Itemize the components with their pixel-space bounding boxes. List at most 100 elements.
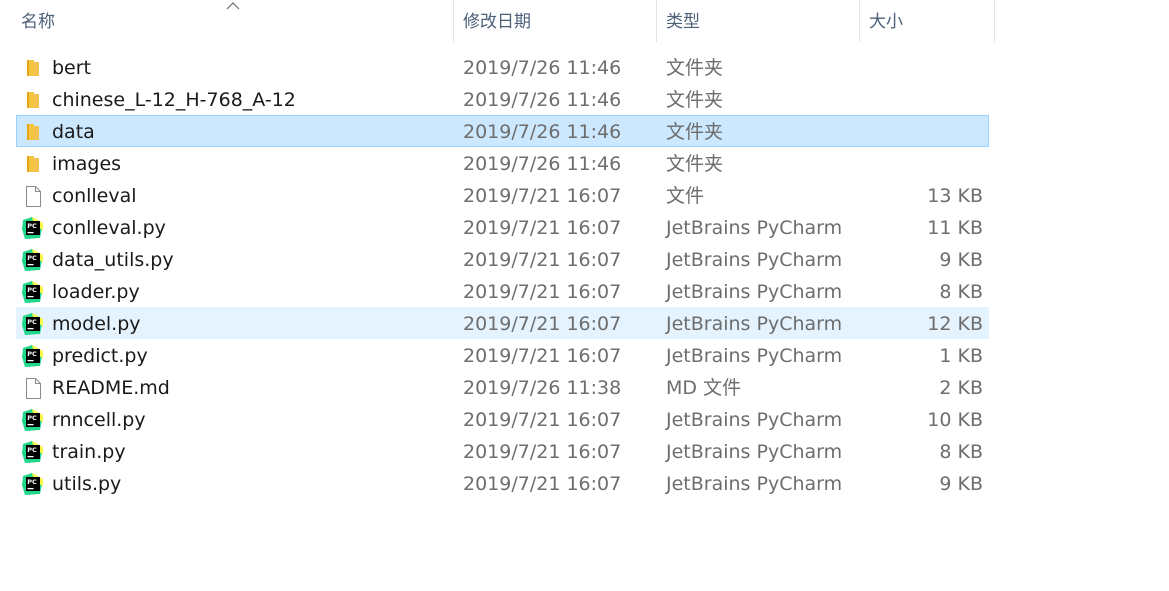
file-name: conlleval: [52, 185, 137, 207]
file-row[interactable]: PC model.py 2019/7/21 16:07 JetBrains PyCha…: [16, 307, 989, 339]
file-row[interactable]: PC conlleval.py 2019/7/21 16:07 JetBrains P…: [16, 211, 989, 243]
column-header-name[interactable]: 名称: [13, 0, 454, 42]
column-header-date[interactable]: 修改日期: [455, 0, 657, 42]
file-date-modified: 2019/7/21 16:07: [463, 249, 622, 271]
folder-icon: [22, 153, 44, 175]
file-row[interactable]: images 2019/7/26 11:46 文件夹: [16, 147, 989, 179]
file-type: JetBrains PyCharm: [666, 217, 843, 239]
pycharm-icon: PC: [22, 441, 44, 463]
file-name: rnncell.py: [52, 409, 146, 431]
svg-text:PC: PC: [27, 414, 37, 422]
pycharm-icon: PC: [22, 473, 44, 495]
file-name: utils.py: [52, 473, 122, 495]
file-name: predict.py: [52, 345, 148, 367]
pycharm-icon: PC: [22, 313, 44, 335]
column-header-name-label: 名称: [21, 12, 55, 32]
file-row[interactable]: README.md 2019/7/26 11:38 MD 文件 2 KB: [16, 371, 989, 403]
file-row[interactable]: chinese_L-12_H-768_A-12 2019/7/26 11:46 文件…: [16, 83, 989, 115]
file-name: model.py: [52, 313, 141, 335]
file-type: 文件夹: [666, 121, 724, 143]
file-row[interactable]: data 2019/7/26 11:46 文件夹: [16, 115, 989, 147]
file-size: 9 KB: [939, 473, 983, 495]
pycharm-icon: PC: [22, 409, 44, 431]
file-date-modified: 2019/7/26 11:46: [463, 153, 622, 175]
file-type: JetBrains PyCharm: [666, 249, 843, 271]
svg-text:PC: PC: [27, 350, 37, 358]
file-row[interactable]: conlleval 2019/7/21 16:07 文件 13 KB: [16, 179, 989, 211]
svg-text:PC: PC: [27, 222, 37, 230]
file-name: README.md: [52, 377, 170, 399]
column-header-type[interactable]: 类型: [658, 0, 860, 42]
file-name: data_utils.py: [52, 249, 174, 271]
pycharm-icon: PC: [22, 281, 44, 303]
column-header-type-label: 类型: [666, 12, 700, 32]
file-date-modified: 2019/7/21 16:07: [463, 313, 622, 335]
folder-icon: [22, 121, 44, 143]
file-size: 11 KB: [927, 217, 983, 239]
file-date-modified: 2019/7/26 11:46: [463, 57, 622, 79]
file-name: conlleval.py: [52, 217, 166, 239]
file-row[interactable]: PC loader.py 2019/7/21 16:07 JetBrains PyCh…: [16, 275, 989, 307]
file-icon: [22, 185, 44, 207]
file-row[interactable]: PC predict.py 2019/7/21 16:07 JetBrains PyC…: [16, 339, 989, 371]
column-header-bar: 名称 修改日期 类型 大小: [0, 0, 995, 42]
file-type: JetBrains PyCharm: [666, 441, 843, 463]
file-type: JetBrains PyCharm: [666, 281, 843, 303]
folder-icon: [22, 89, 44, 111]
column-header-size-label: 大小: [869, 12, 903, 32]
column-header-date-label: 修改日期: [463, 12, 531, 32]
svg-text:PC: PC: [27, 318, 37, 326]
svg-text:PC: PC: [27, 446, 37, 454]
column-header-size[interactable]: 大小: [861, 0, 995, 42]
pycharm-icon: PC: [22, 345, 44, 367]
file-name: chinese_L-12_H-768_A-12: [52, 89, 296, 111]
pycharm-icon: PC: [22, 217, 44, 239]
file-type: 文件夹: [666, 89, 724, 111]
column-divider[interactable]: [656, 0, 657, 42]
column-divider[interactable]: [994, 0, 995, 42]
file-size: 8 KB: [939, 441, 983, 463]
file-name: loader.py: [52, 281, 140, 303]
file-date-modified: 2019/7/21 16:07: [463, 185, 622, 207]
file-date-modified: 2019/7/26 11:38: [463, 377, 622, 399]
file-date-modified: 2019/7/21 16:07: [463, 441, 622, 463]
file-size: 8 KB: [939, 281, 983, 303]
file-type: JetBrains PyCharm: [666, 345, 843, 367]
file-row[interactable]: PC train.py 2019/7/21 16:07 JetBrains PyCha…: [16, 435, 989, 467]
file-size: 9 KB: [939, 249, 983, 271]
file-date-modified: 2019/7/21 16:07: [463, 409, 622, 431]
file-name: data: [52, 121, 95, 143]
file-date-modified: 2019/7/21 16:07: [463, 281, 622, 303]
file-type: JetBrains PyCharm: [666, 473, 843, 495]
file-date-modified: 2019/7/26 11:46: [463, 121, 622, 143]
file-row[interactable]: PC rnncell.py 2019/7/21 16:07 JetBrains PyC…: [16, 403, 989, 435]
pycharm-icon: PC: [22, 249, 44, 271]
file-type: JetBrains PyCharm: [666, 409, 843, 431]
file-type: 文件夹: [666, 153, 724, 175]
file-date-modified: 2019/7/21 16:07: [463, 473, 622, 495]
file-date-modified: 2019/7/26 11:46: [463, 89, 622, 111]
column-divider[interactable]: [859, 0, 860, 42]
svg-text:PC: PC: [27, 254, 37, 262]
file-size: 1 KB: [939, 345, 983, 367]
column-divider[interactable]: [453, 0, 454, 42]
file-type: 文件: [666, 185, 705, 207]
svg-text:PC: PC: [27, 478, 37, 486]
file-name: train.py: [52, 441, 126, 463]
file-row[interactable]: PC data_utils.py 2019/7/21 16:07 JetBrains …: [16, 243, 989, 275]
file-size: 10 KB: [927, 409, 983, 431]
svg-text:PC: PC: [27, 286, 37, 294]
file-name: images: [52, 153, 122, 175]
file-date-modified: 2019/7/21 16:07: [463, 217, 622, 239]
file-size: 12 KB: [927, 313, 983, 335]
file-size: 2 KB: [939, 377, 983, 399]
file-row[interactable]: bert 2019/7/26 11:46 文件夹: [16, 51, 989, 83]
file-size: 13 KB: [927, 185, 983, 207]
file-name: bert: [52, 57, 92, 79]
file-row[interactable]: PC utils.py 2019/7/21 16:07 JetBrains PyCha…: [16, 467, 989, 499]
file-date-modified: 2019/7/21 16:07: [463, 345, 622, 367]
file-type: JetBrains PyCharm: [666, 313, 843, 335]
file-type: MD 文件: [666, 377, 742, 399]
file-icon: [22, 377, 44, 399]
file-type: 文件夹: [666, 57, 724, 79]
